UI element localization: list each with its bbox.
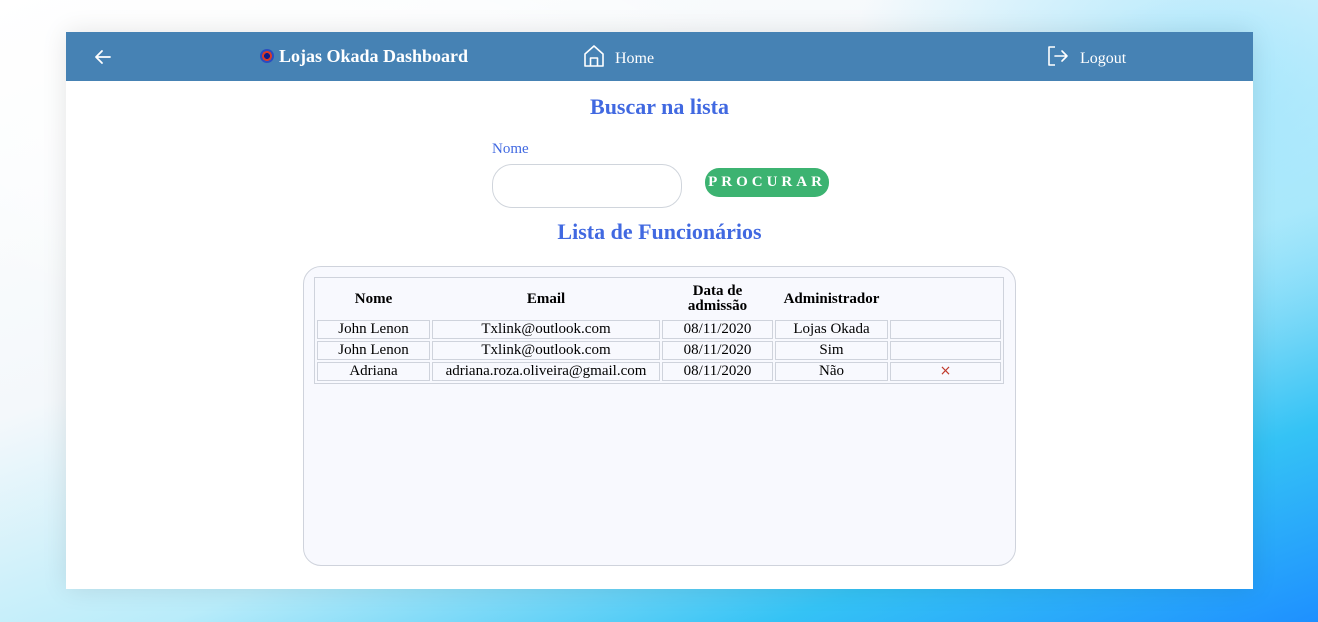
cell-email: Txlink@outlook.com xyxy=(432,320,661,339)
search-button[interactable]: PROCURAR xyxy=(705,168,829,197)
cell-action xyxy=(890,341,1001,360)
column-header-email: Email xyxy=(526,290,566,307)
delete-icon[interactable]: × xyxy=(940,363,952,379)
employee-list-title: Lista de Funcionários xyxy=(557,219,762,244)
table-row: Adriana adriana.roza.oliveira@gmail.com … xyxy=(317,362,1001,381)
logout-icon xyxy=(1046,44,1070,73)
app-window: Lojas Okada Dashboard Home Logout Buscar… xyxy=(66,32,1253,589)
home-link[interactable]: Home xyxy=(583,44,654,73)
cell-action xyxy=(890,320,1001,339)
okada-logo xyxy=(260,49,274,63)
brand: Lojas Okada Dashboard xyxy=(260,45,468,67)
column-header-administrador: Administrador xyxy=(783,290,880,307)
cell-nome: John Lenon xyxy=(317,341,430,360)
column-header-actions xyxy=(890,280,1001,318)
table-header-row: Nome Email Data de admissão Administrado… xyxy=(317,280,1001,318)
cell-administrador: Sim xyxy=(775,341,888,360)
column-header-nome: Nome xyxy=(354,290,393,307)
cell-administrador: Não xyxy=(775,362,888,381)
logout-link[interactable]: Logout xyxy=(1046,44,1126,73)
name-search-input[interactable] xyxy=(492,164,682,208)
cell-data-admissao: 08/11/2020 xyxy=(662,341,773,360)
cell-email: Txlink@outlook.com xyxy=(432,341,661,360)
employee-table-panel: Nome Email Data de admissão Administrado… xyxy=(303,266,1016,566)
logout-label: Logout xyxy=(1080,49,1127,67)
cell-data-admissao: 08/11/2020 xyxy=(662,362,773,381)
home-label: Home xyxy=(615,49,655,67)
employee-table: Nome Email Data de admissão Administrado… xyxy=(314,277,1004,384)
brand-title: Lojas Okada Dashboard xyxy=(279,45,469,66)
search-title: Buscar na lista xyxy=(590,94,729,119)
column-header-data-admissao: Data de admissão xyxy=(687,283,748,314)
navbar: Lojas Okada Dashboard Home Logout xyxy=(66,32,1253,81)
cell-data-admissao: 08/11/2020 xyxy=(662,320,773,339)
cell-nome: Adriana xyxy=(317,362,430,381)
cell-nome: John Lenon xyxy=(317,320,430,339)
cell-email: adriana.roza.oliveira@gmail.com xyxy=(432,362,661,381)
table-row: John Lenon Txlink@outlook.com 08/11/2020… xyxy=(317,320,1001,339)
home-icon xyxy=(583,44,605,73)
cell-action: × xyxy=(890,362,1001,381)
cell-administrador: Lojas Okada xyxy=(775,320,888,339)
table-row: John Lenon Txlink@outlook.com 08/11/2020… xyxy=(317,341,1001,360)
name-field-label: Nome xyxy=(492,141,529,157)
arrow-left-icon[interactable] xyxy=(92,46,114,68)
